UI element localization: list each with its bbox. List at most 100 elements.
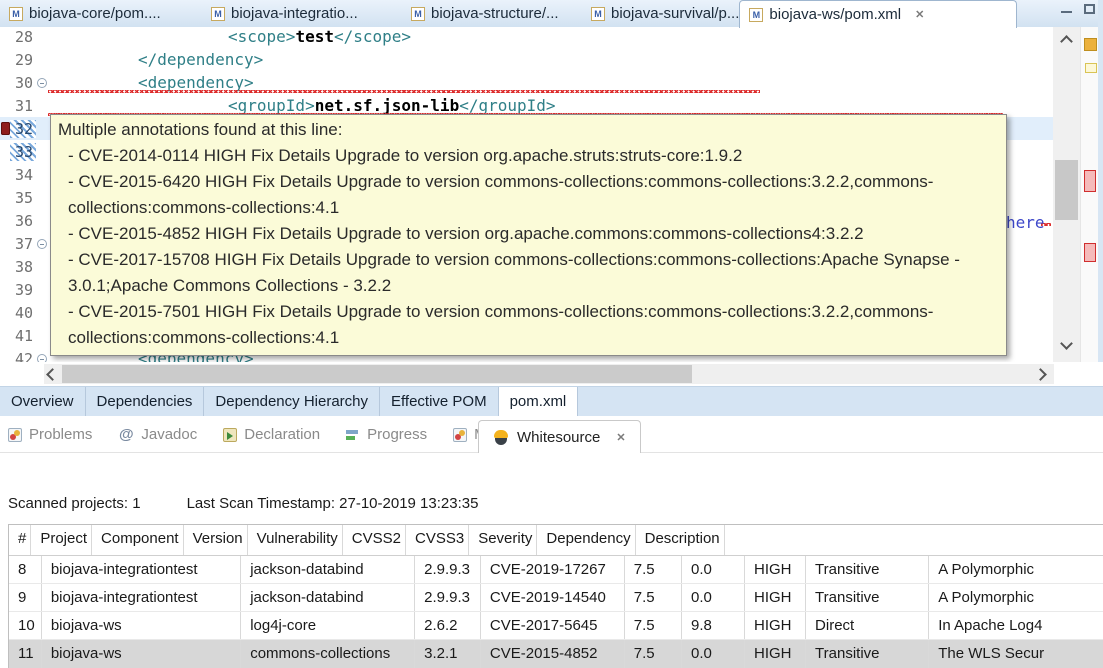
annotation-ruler-marker[interactable] xyxy=(1084,170,1096,192)
close-icon[interactable]: ✕ xyxy=(616,431,625,444)
pom-subtab[interactable]: Overview xyxy=(0,387,86,416)
close-icon[interactable]: ✕ xyxy=(915,8,924,21)
cell-cvss2: 7.5 xyxy=(625,640,682,668)
vulnerability-marker-icon[interactable] xyxy=(1,260,10,273)
line-number: 28 xyxy=(10,28,36,46)
xml-close-tag: </scope> xyxy=(334,27,411,46)
editor-tab[interactable]: M biojava-core/pom.... ✕ xyxy=(0,0,202,27)
pom-subtab[interactable]: pom.xml xyxy=(499,387,579,416)
vulnerability-marker-icon[interactable] xyxy=(1,214,10,227)
table-header-cell[interactable]: CVSS2 xyxy=(343,525,406,555)
vulnerability-marker-icon[interactable] xyxy=(1,352,10,362)
gutter-row[interactable]: 32 xyxy=(0,117,48,140)
cve-annotation-entry: - CVE-2014-0114 HIGH Fix Details Upgrade… xyxy=(68,143,999,169)
pom-subtab[interactable]: Dependency Hierarchy xyxy=(204,387,380,416)
gutter-row[interactable]: 39 xyxy=(0,278,48,301)
gutter-row[interactable]: 36 xyxy=(0,209,48,232)
editor-tab[interactable]: M biojava-structure/... ✕ xyxy=(402,0,582,27)
editor-tab[interactable]: M biojava-ws/pom.xml ✕ xyxy=(739,0,1017,28)
gutter-row[interactable]: 35 xyxy=(0,186,48,209)
table-header-cell[interactable]: Project xyxy=(31,525,92,555)
gutter-row[interactable]: 29 xyxy=(0,48,48,71)
cell-component: jackson-databind xyxy=(241,584,415,611)
maven-pom-file-icon: M xyxy=(749,8,763,22)
horizontal-scrollbar[interactable] xyxy=(0,362,1103,386)
vulnerability-marker-icon[interactable] xyxy=(1,53,10,66)
vulnerability-marker-icon[interactable] xyxy=(1,168,10,181)
vulnerability-marker-icon[interactable] xyxy=(1,191,10,204)
gutter-row[interactable]: 42 xyxy=(0,347,48,362)
annotation-hover-tooltip: Multiple annotations found at this line:… xyxy=(50,114,1007,356)
code-line[interactable]: <scope>test</scope> xyxy=(48,27,1053,48)
table-header-cell[interactable]: Version xyxy=(184,525,248,555)
xml-editor[interactable]: 28 29 30 31 32 xyxy=(0,27,1103,362)
table-header-cell[interactable]: Vulnerability xyxy=(248,525,343,555)
table-header-cell[interactable]: Severity xyxy=(469,525,537,555)
fold-collapse-icon[interactable] xyxy=(36,238,48,250)
vulnerability-marker-icon[interactable] xyxy=(1,306,10,319)
line-number: 31 xyxy=(10,97,36,115)
annotation-ruler-marker[interactable] xyxy=(1085,63,1097,73)
pom-subtab[interactable]: Dependencies xyxy=(86,387,205,416)
horizontal-scrollbar-thumb[interactable] xyxy=(62,365,692,383)
scroll-up-icon[interactable] xyxy=(1060,35,1073,48)
annotation-ruler-marker[interactable] xyxy=(1084,243,1096,262)
code-line[interactable]: </dependency> xyxy=(48,48,1053,71)
vulnerability-marker-icon[interactable] xyxy=(1,145,10,158)
table-row[interactable]: 9 biojava-integrationtest jackson-databi… xyxy=(9,584,1103,612)
gutter-row[interactable]: 34 xyxy=(0,163,48,186)
table-header-cell[interactable]: Description xyxy=(636,525,725,555)
gutter-row[interactable]: 37 xyxy=(0,232,48,255)
table-row[interactable]: 10 biojava-ws log4j-core 2.6.2 CVE-2017-… xyxy=(9,612,1103,640)
line-number: 33 xyxy=(10,143,36,161)
gutter-row[interactable]: 28 xyxy=(0,27,48,48)
line-number: 35 xyxy=(10,189,36,207)
vulnerability-marker-icon[interactable] xyxy=(1,76,10,89)
editor-tab[interactable]: M biojava-survival/p... ✕ xyxy=(582,0,739,27)
gutter-row[interactable]: 31 xyxy=(0,94,48,117)
minimize-icon[interactable] xyxy=(1061,4,1072,14)
vulnerability-marker-icon[interactable] xyxy=(1,99,10,112)
fold-collapse-icon[interactable] xyxy=(36,353,48,363)
vulnerability-marker-icon[interactable] xyxy=(1,329,10,342)
table-row[interactable]: 8 biojava-integrationtest jackson-databi… xyxy=(9,556,1103,584)
scroll-down-icon[interactable] xyxy=(1060,337,1073,350)
view-tab[interactable]: Declaration xyxy=(223,426,320,443)
view-tab-label: Whitesource xyxy=(517,429,600,446)
fold-collapse-icon[interactable] xyxy=(36,77,48,89)
vertical-scrollbar-thumb[interactable] xyxy=(1055,160,1078,220)
gutter-row[interactable]: 30 xyxy=(0,71,48,94)
gutter-row[interactable]: 40 xyxy=(0,301,48,324)
gutter-row[interactable]: 33 xyxy=(0,140,48,163)
line-number: 30 xyxy=(10,74,36,92)
cell-description: In Apache Log4 xyxy=(929,612,1103,639)
editor-tab-label: biojava-integratio... xyxy=(231,5,358,22)
vertical-scrollbar[interactable] xyxy=(1053,27,1080,362)
vulnerability-marker-icon[interactable] xyxy=(1,122,10,135)
table-header-cell[interactable]: Component xyxy=(92,525,184,555)
table-header-cell[interactable]: Dependency xyxy=(537,525,635,555)
pom-subtab[interactable]: Effective POM xyxy=(380,387,499,416)
view-tab[interactable]: Problems xyxy=(8,426,92,443)
table-header-row: # Project Component Version Vulnerabilit… xyxy=(9,525,1103,556)
cve-annotation-entry: - CVE-2017-15708 HIGH Fix Details Upgrad… xyxy=(68,247,999,299)
gutter-row[interactable]: 38 xyxy=(0,255,48,278)
vulnerability-marker-icon[interactable] xyxy=(1,283,10,296)
cell-dependency: Transitive xyxy=(806,556,929,583)
gutter-row[interactable]: 41 xyxy=(0,324,48,347)
cell-severity: HIGH xyxy=(745,556,806,583)
table-header-cell[interactable]: # xyxy=(9,525,31,555)
view-tab-whitesource[interactable]: Whitesource ✕ xyxy=(478,420,641,453)
editor-tab[interactable]: M biojava-integratio... ✕ xyxy=(202,0,402,27)
table-header-cell[interactable]: CVSS3 xyxy=(406,525,469,555)
annotation-ruler-marker[interactable] xyxy=(1084,38,1097,51)
view-tab-label: Declaration xyxy=(244,426,320,443)
view-tab[interactable]: @ Javadoc xyxy=(118,426,197,443)
vulnerability-marker-icon[interactable] xyxy=(1,30,10,43)
maximize-icon[interactable] xyxy=(1084,4,1095,14)
red-squiggle-underline xyxy=(48,90,760,93)
table-row[interactable]: 11 biojava-ws commons-collections 3.2.1 … xyxy=(9,640,1103,668)
vulnerability-marker-icon[interactable] xyxy=(1,237,10,250)
editor-tab-label: biojava-survival/p... xyxy=(611,5,739,22)
view-tab[interactable]: Progress xyxy=(346,426,427,443)
